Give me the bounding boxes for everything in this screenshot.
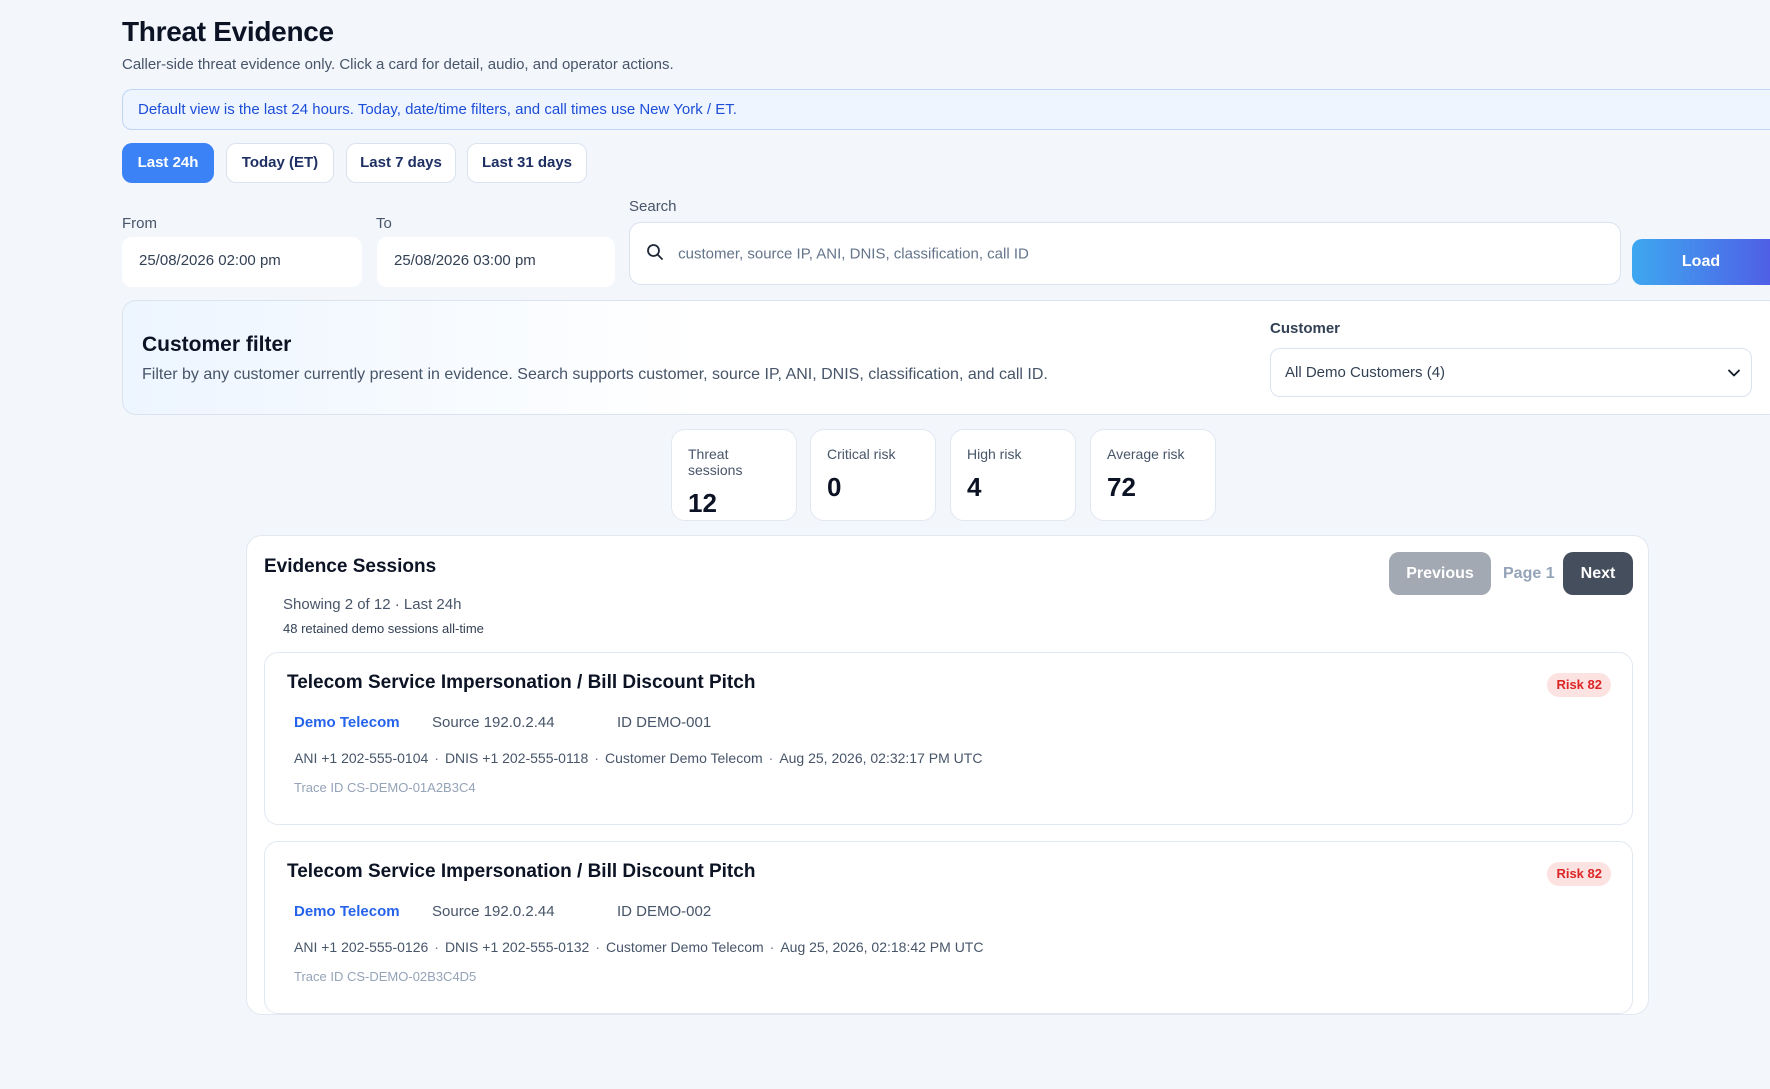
- stat-critical-risk: Critical risk 0: [810, 429, 936, 521]
- search-input[interactable]: customer, source IP, ANI, DNIS, classifi…: [629, 222, 1621, 285]
- session-summary-row: Demo Telecom Source 192.0.2.44 ID DEMO-001: [294, 714, 711, 731]
- stat-high-risk: High risk 4: [950, 429, 1076, 521]
- risk-badge: Risk 82: [1547, 673, 1611, 697]
- chevron-down-icon: [1727, 366, 1741, 384]
- range-today-button[interactable]: Today (ET): [226, 143, 334, 183]
- session-detail-row: ANI +1 202-555-0104 · DNIS +1 202-555-0118…: [294, 750, 983, 766]
- stat-label: High risk: [967, 446, 1022, 462]
- page-subtitle: Caller-side threat evidence only. Click …: [122, 56, 674, 73]
- session-title: Telecom Service Impersonation / Bill Dis…: [287, 672, 756, 693]
- session-summary-row: Demo Telecom Source 192.0.2.44 ID DEMO-002: [294, 903, 711, 920]
- stat-label: Average risk: [1107, 446, 1185, 462]
- range-last-7-days-button[interactable]: Last 7 days: [346, 143, 456, 183]
- to-label: To: [376, 215, 392, 232]
- search-icon: [646, 243, 664, 265]
- session-title: Telecom Service Impersonation / Bill Dis…: [287, 861, 756, 882]
- session-trace-id: Trace ID CS-DEMO-01A2B3C4: [294, 780, 476, 795]
- session-ani: ANI +1 202-555-0104: [294, 750, 429, 766]
- session-time: Aug 25, 2026, 02:18:42 PM UTC: [780, 939, 984, 955]
- next-page-button[interactable]: Next: [1563, 552, 1633, 595]
- stat-threat-sessions: Threat sessions 12: [671, 429, 797, 521]
- stat-label: Critical risk: [827, 446, 896, 462]
- sessions-title: Evidence Sessions: [264, 556, 437, 577]
- session-dnis: DNIS +1 202-555-0132: [444, 939, 590, 955]
- stat-label: Threat sessions: [688, 446, 743, 478]
- session-detail-row: ANI +1 202-555-0126 · DNIS +1 202-555-0132…: [294, 939, 984, 955]
- search-placeholder: customer, source IP, ANI, DNIS, classifi…: [678, 245, 1029, 263]
- sessions-showing-count: Showing 2 of 12 · Last 24h: [283, 596, 462, 613]
- stat-average-risk: Average risk 72: [1090, 429, 1216, 521]
- session-trace-id: Trace ID CS-DEMO-02B3C4D5: [294, 969, 477, 984]
- stat-value: 0: [827, 472, 842, 502]
- customer-select-value: All Demo Customers (4): [1285, 364, 1446, 381]
- search-label: Search: [629, 198, 677, 215]
- timezone-info-banner: Default view is the last 24 hours. Today…: [122, 89, 1770, 130]
- session-card[interactable]: Telecom Service Impersonation / Bill Dis…: [264, 841, 1633, 1014]
- customer-filter-title: Customer filter: [142, 333, 292, 356]
- customer-filter-description: Filter by any customer currently present…: [142, 366, 1048, 383]
- threat-evidence-page: Threat Evidence Caller-side threat evide…: [0, 0, 1770, 1089]
- risk-badge: Risk 82: [1547, 862, 1611, 886]
- session-card[interactable]: Telecom Service Impersonation / Bill Dis…: [264, 652, 1633, 825]
- session-id: ID DEMO-002: [617, 903, 712, 920]
- from-label: From: [122, 215, 157, 232]
- previous-page-button[interactable]: Previous: [1389, 552, 1491, 595]
- stat-value: 4: [967, 472, 982, 502]
- session-time: Aug 25, 2026, 02:32:17 PM UTC: [779, 750, 983, 766]
- session-dnis: DNIS +1 202-555-0118: [444, 750, 589, 766]
- session-source: Source 192.0.2.44: [432, 714, 555, 731]
- session-source: Source 192.0.2.44: [432, 903, 555, 920]
- load-button[interactable]: Load: [1632, 239, 1770, 285]
- customer-select-label: Customer: [1270, 320, 1341, 337]
- page-title: Threat Evidence: [122, 16, 334, 47]
- session-customer-detail: Customer Demo Telecom: [605, 939, 764, 955]
- session-id: ID DEMO-001: [617, 714, 712, 731]
- session-customer-link[interactable]: Demo Telecom: [294, 903, 432, 920]
- evidence-sessions-panel: Evidence Sessions Showing 2 of 12 · Last…: [246, 535, 1649, 1015]
- stat-value: 12: [688, 488, 717, 518]
- customer-select[interactable]: All Demo Customers (4): [1270, 348, 1752, 397]
- sessions-retained-count: 48 retained demo sessions all-time: [283, 621, 484, 636]
- range-last-31-days-button[interactable]: Last 31 days: [467, 143, 587, 183]
- session-customer-detail: Customer Demo Telecom: [604, 750, 763, 766]
- customer-filter-panel: Customer filter Filter by any customer c…: [122, 300, 1770, 415]
- to-datetime-input[interactable]: 25/08/2026 03:00 pm: [377, 237, 615, 287]
- from-datetime-input[interactable]: 25/08/2026 02:00 pm: [122, 237, 362, 287]
- session-ani: ANI +1 202-555-0126: [294, 939, 429, 955]
- session-customer-link[interactable]: Demo Telecom: [294, 714, 432, 731]
- range-last-24h-button[interactable]: Last 24h: [122, 143, 214, 183]
- stat-value: 72: [1107, 472, 1136, 502]
- sessions-meta: Showing 2 of 12 · Last 24h 48 retained d…: [283, 596, 484, 636]
- page-indicator: Page 1: [1503, 565, 1555, 582]
